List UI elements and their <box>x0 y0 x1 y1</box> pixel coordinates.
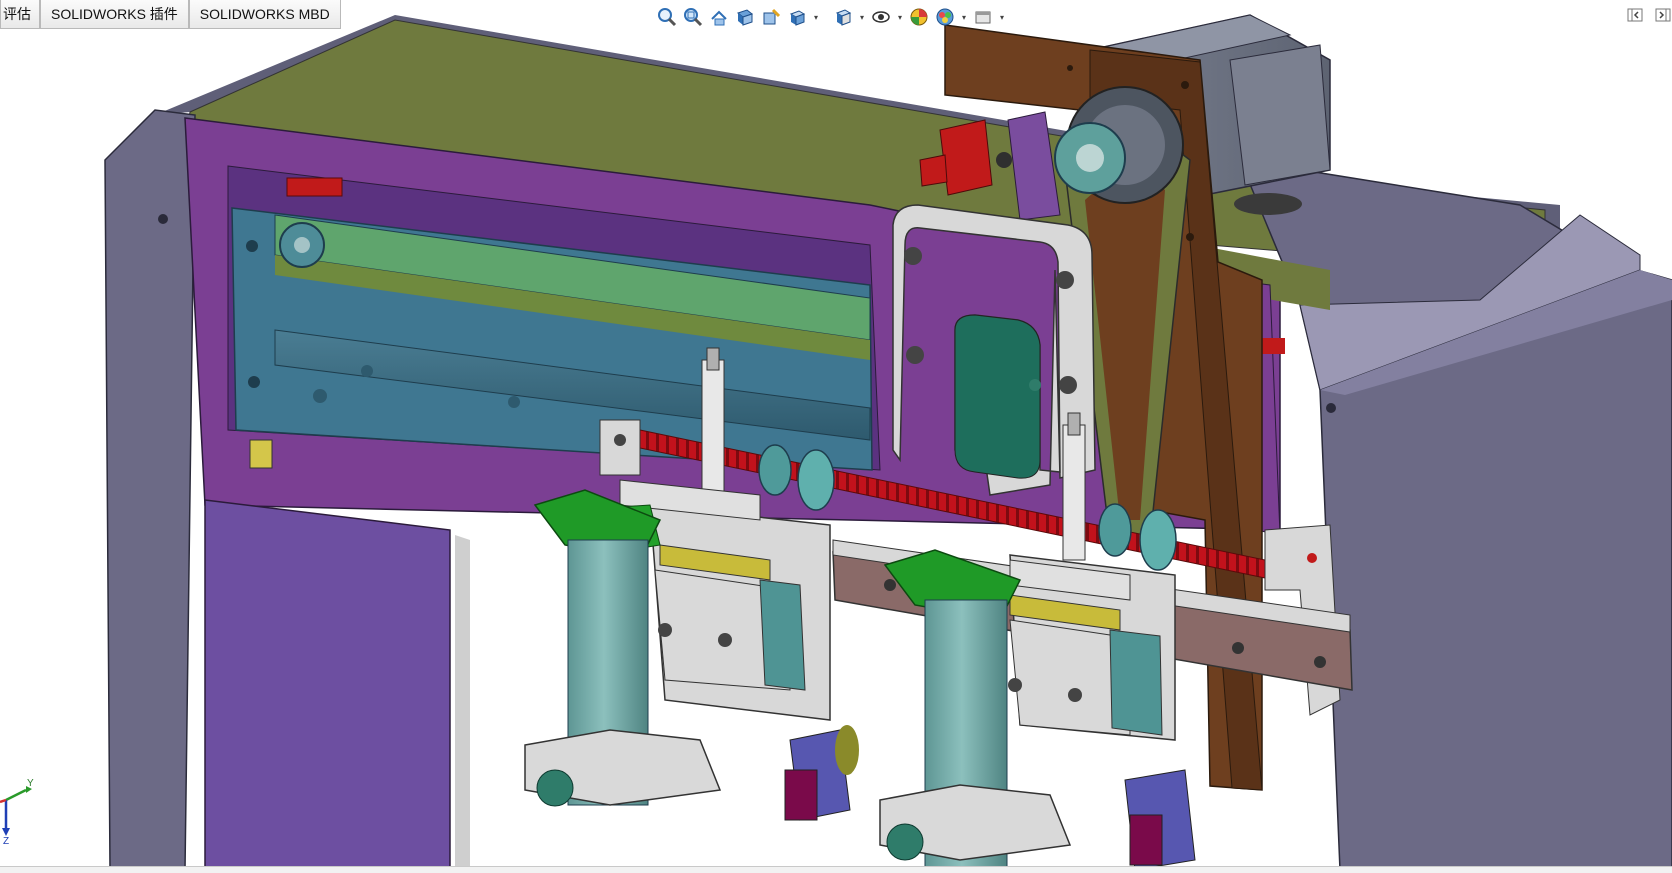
hide-show-items-icon[interactable] <box>869 5 893 29</box>
section-view-icon[interactable] <box>733 5 757 29</box>
tab-solidworks-mbd[interactable]: SOLIDWORKS MBD <box>188 0 341 29</box>
heads-up-view-toolbar: ▾ ▾ ▾ ▾ ▾ <box>655 4 1007 30</box>
view-settings-dropdown-icon[interactable]: ▾ <box>997 5 1007 29</box>
frame-left-side <box>104 109 196 871</box>
reference-triad: Y Z <box>0 778 40 850</box>
triad-z-label: Z <box>3 836 10 847</box>
command-manager-tabs: 评估 SOLIDWORKS 插件 SOLIDWORKS MBD <box>0 0 341 29</box>
zoom-area-icon[interactable] <box>681 5 705 29</box>
hide-show-dropdown-icon[interactable]: ▾ <box>895 5 905 29</box>
apply-scene-dropdown-icon[interactable]: ▾ <box>959 5 969 29</box>
collapse-pane-icon[interactable] <box>1626 6 1644 24</box>
task-pane-controls <box>1626 6 1672 24</box>
view-orientation-icon[interactable] <box>785 5 809 29</box>
dynamic-annotation-icon[interactable] <box>759 5 783 29</box>
previous-view-icon[interactable] <box>707 5 731 29</box>
display-style-dropdown-icon[interactable]: ▾ <box>857 5 867 29</box>
display-style-icon[interactable] <box>831 5 855 29</box>
view-settings-icon[interactable] <box>971 5 995 29</box>
expand-pane-icon[interactable] <box>1654 6 1672 24</box>
zoom-to-fit-icon[interactable] <box>655 5 679 29</box>
graphics-viewport[interactable] <box>0 0 1672 872</box>
apply-scene-icon[interactable] <box>933 5 957 29</box>
triad-y-label: Y <box>27 778 34 789</box>
tab-evaluate[interactable]: 评估 <box>0 0 40 29</box>
view-orientation-dropdown-icon[interactable]: ▾ <box>811 5 821 29</box>
tab-solidworks-addins[interactable]: SOLIDWORKS 插件 <box>40 0 189 29</box>
edit-appearance-icon[interactable] <box>907 5 931 29</box>
